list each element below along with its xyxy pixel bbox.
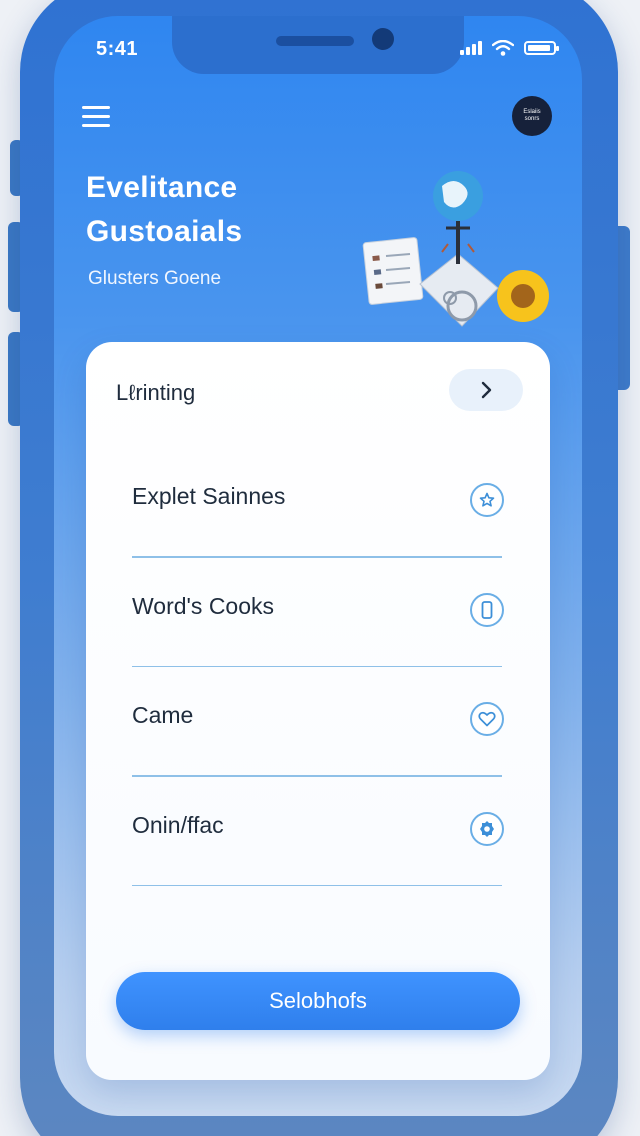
heart-icon[interactable] bbox=[470, 702, 504, 736]
gear-icon[interactable] bbox=[470, 811, 504, 846]
app-canvas: 5:41 Eslaiis sonrs Evelitance Gustoaials… bbox=[0, 0, 640, 1136]
globe-icon bbox=[433, 171, 483, 264]
primary-action-button[interactable]: Selobhofs bbox=[116, 972, 520, 1030]
card-header-title: Lℓrinting bbox=[116, 380, 196, 405]
list-item-label: Came bbox=[132, 702, 194, 728]
wifi-icon bbox=[492, 40, 514, 56]
page-subtitle: Glusters Goene bbox=[88, 268, 222, 289]
list-item[interactable]: Explet Sainnes bbox=[132, 448, 504, 558]
battery-icon bbox=[524, 41, 559, 55]
speaker-grille bbox=[276, 36, 354, 46]
envelope-icon bbox=[419, 253, 499, 327]
phone-screen: 5:41 Eslaiis sonrs Evelitance Gustoaials… bbox=[54, 16, 582, 1116]
list-item[interactable]: Word's Cooks bbox=[132, 558, 504, 667]
phone-icon[interactable] bbox=[470, 592, 504, 627]
list-item-label: Explet Sainnes bbox=[132, 483, 286, 509]
status-icons bbox=[460, 40, 559, 56]
sunflower-icon bbox=[497, 270, 549, 322]
avatar[interactable]: Eslaiis sonrs bbox=[512, 96, 552, 136]
chevron-right-icon bbox=[481, 381, 492, 399]
signal-icon bbox=[460, 41, 482, 55]
star-icon[interactable] bbox=[470, 483, 504, 517]
notch bbox=[172, 16, 464, 74]
menu-card: Lℓrinting Explet Sainnes Word's Cooks Ca… bbox=[86, 342, 550, 1080]
card-header-next-button[interactable] bbox=[449, 369, 523, 411]
page-title: Evelitance Gustoaials bbox=[86, 166, 242, 254]
list-item-label: Onin/ffac bbox=[132, 811, 224, 838]
list-item-label: Word's Cooks bbox=[132, 592, 275, 619]
page-title-line-2: Gustoaials bbox=[86, 215, 243, 248]
hamburger-menu-icon[interactable] bbox=[82, 106, 110, 128]
document-icon bbox=[362, 237, 424, 305]
menu-list: Explet Sainnes Word's Cooks Came Onin/ff… bbox=[132, 448, 504, 886]
hero-illustration bbox=[362, 171, 549, 327]
list-item[interactable]: Came bbox=[132, 667, 504, 777]
divider bbox=[132, 884, 502, 886]
page-title-line-1: Evelitance bbox=[86, 171, 238, 204]
status-time: 5:41 bbox=[96, 38, 139, 60]
camera-icon bbox=[372, 28, 394, 50]
list-item[interactable]: Onin/ffac bbox=[132, 777, 504, 886]
